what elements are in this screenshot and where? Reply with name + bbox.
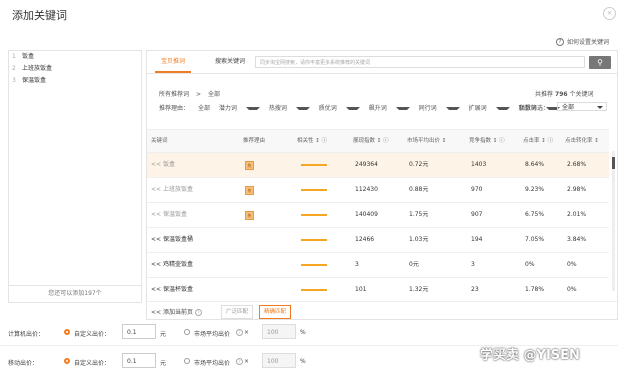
- relevance-bar: [301, 214, 327, 216]
- table-scrollbar[interactable]: [612, 151, 615, 291]
- sort-ctr[interactable]: 点击率 ↕ ⓘ: [523, 130, 553, 152]
- relevance-bar: [301, 189, 327, 191]
- market-bid-radio[interactable]: [184, 329, 190, 335]
- market-percent-input[interactable]: 100: [262, 324, 296, 339]
- custom-bid-input[interactable]: 0.1: [122, 353, 156, 368]
- total-count: 共推荐 796 个关键词: [535, 91, 594, 98]
- help-link[interactable]: ? 如何设置关键词: [556, 37, 609, 46]
- add-page-button[interactable]: << 添加当前页 ?: [151, 307, 202, 316]
- hot-tag: 热: [245, 186, 254, 195]
- reason-option[interactable]: 飙升词: [369, 105, 410, 112]
- custom-bid-radio[interactable]: [64, 329, 70, 335]
- sort-price[interactable]: 市场平均出价 ↕: [407, 130, 446, 152]
- market-percent-input[interactable]: 100: [262, 353, 296, 368]
- help-link-label: 如何设置关键词: [567, 39, 610, 46]
- tab-search[interactable]: 搜索关键词: [215, 51, 245, 73]
- question-icon: ?: [556, 37, 564, 46]
- selected-keywords-panel: 1 饭盒 2 上班族饭盒 3 保温饭盒 您还可以添加197个: [8, 50, 142, 303]
- dialog-title: 添加关键词: [12, 9, 67, 22]
- keyword-table: 关键词 推荐理由 相关性 ↕ ⓘ 展现指数 ↕ ⓘ 市场平均出价 ↕ 竞争指数 …: [147, 129, 609, 299]
- question-icon: ?: [194, 309, 202, 316]
- reason-option[interactable]: 质优词: [319, 105, 360, 112]
- tab-recommend[interactable]: 宝贝推词: [155, 51, 192, 73]
- question-icon: ?: [236, 329, 243, 336]
- relevance-bar: [301, 264, 327, 266]
- search-input[interactable]: 同步淘宝网搜索，请你丰富更多系统推荐的关键词: [255, 56, 585, 68]
- metric-filter-label: 指数筛选：: [519, 105, 550, 112]
- reason-option[interactable]: 扩展词: [469, 105, 510, 112]
- sort-impressions[interactable]: 展现指数 ↕ ⓘ: [353, 130, 389, 152]
- sort-competition[interactable]: 竞争指数 ↕ ⓘ: [469, 130, 505, 152]
- table-header: 关键词 推荐理由 相关性 ↕ ⓘ 展现指数 ↕ ⓘ 市场平均出价 ↕ 竞争指数 …: [147, 129, 609, 153]
- list-item[interactable]: 3 保温饭盒: [9, 75, 141, 87]
- broad-match-button[interactable]: 广泛匹配: [221, 305, 254, 319]
- hot-tag: 热: [245, 161, 254, 170]
- reason-option[interactable]: 全部: [198, 105, 210, 112]
- pc-bid-row: 计算机出价： 自定义出价： 0.1 元 市场平均出价 ? × 100 %: [8, 324, 608, 344]
- relevance-bar: [301, 289, 327, 291]
- sort-relevance[interactable]: 相关性 ↕ ⓘ: [297, 130, 327, 152]
- search-icon[interactable]: ⚲: [589, 56, 611, 69]
- metric-filter-select[interactable]: 全部: [557, 102, 607, 111]
- list-item[interactable]: 2 上班族饭盒: [9, 63, 141, 75]
- breadcrumb: 所有推荐词 > 全部: [159, 91, 221, 98]
- keyword-recommend-panel: 宝贝推词 搜索关键词 同步淘宝网搜索，请你丰富更多系统推荐的关键词 ⚲ 所有推荐…: [146, 50, 618, 320]
- sort-cvr[interactable]: 点击转化率 ↕: [565, 130, 599, 152]
- table-row[interactable]: << 保温饭盒 热 140409 1.75元 907 6.75% 2.01%: [147, 203, 609, 228]
- hot-tag: 热: [245, 211, 254, 220]
- table-row[interactable]: << 保温杯饭盒 101 1.32元 23 1.78% 0%: [147, 278, 609, 299]
- table-row[interactable]: << 饭盒 热 249364 0.72元 1403 8.64% 2.68%: [147, 153, 609, 178]
- table-row[interactable]: << 保温饭盒桶 12466 1.03元 194 7.05% 3.84%: [147, 228, 609, 253]
- table-row[interactable]: << 鸡精壶饭盒 3 0元 3 0% 0%: [147, 253, 609, 278]
- chevron-down-icon: [597, 106, 603, 109]
- reason-filter: 推荐理由： 全部 潜力词 热搜词 质优词 飙升词 同行词 扩展词 联想词: [159, 103, 567, 112]
- remaining-count: 您还可以添加197个: [9, 285, 141, 302]
- reason-option[interactable]: 潜力词: [219, 105, 260, 112]
- watermark: 学买卖 @YISEN: [480, 348, 580, 363]
- relevance-bar: [301, 239, 327, 241]
- table-row[interactable]: << 上班族饭盒 热 112430 0.88元 970 9.23% 2.98%: [147, 178, 609, 203]
- reason-option[interactable]: 热搜词: [269, 105, 310, 112]
- close-icon[interactable]: ×: [603, 7, 616, 20]
- market-bid-radio[interactable]: [184, 358, 190, 364]
- scrollbar-thumb[interactable]: [612, 157, 615, 169]
- list-item[interactable]: 1 饭盒: [9, 51, 141, 63]
- reason-option[interactable]: 同行词: [419, 105, 460, 112]
- tab-bar: 宝贝推词 搜索关键词 同步淘宝网搜索，请你丰富更多系统推荐的关键词 ⚲: [147, 51, 617, 74]
- relevance-bar: [301, 164, 327, 166]
- exact-match-button[interactable]: 精确匹配: [259, 305, 292, 319]
- custom-bid-input[interactable]: 0.1: [122, 324, 156, 339]
- table-footer: << 添加当前页 ? 广泛匹配 精确匹配: [147, 301, 617, 320]
- custom-bid-radio[interactable]: [64, 358, 70, 364]
- question-icon: ?: [236, 358, 243, 365]
